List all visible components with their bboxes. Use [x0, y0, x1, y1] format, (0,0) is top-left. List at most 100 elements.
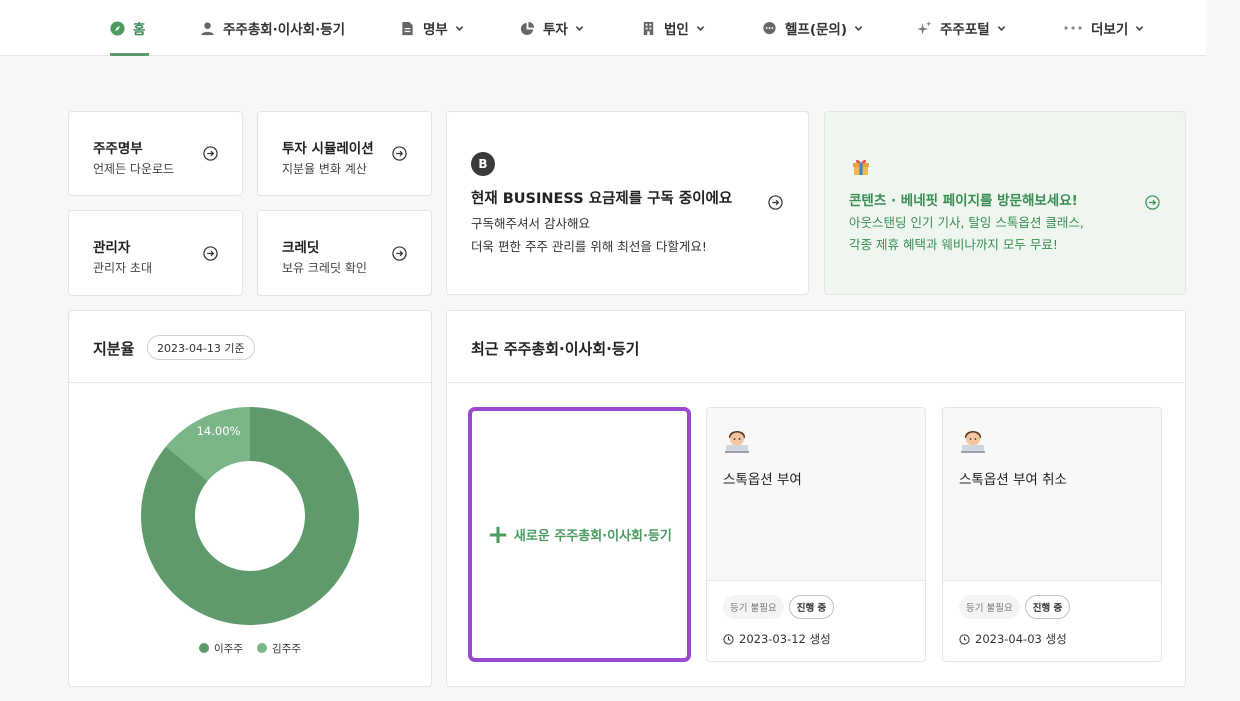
- new-meeting-button[interactable]: + 새로운 주주총회·이사회·등기: [468, 407, 691, 662]
- clock-icon: [723, 633, 734, 645]
- chart-legend: 이주주 김주주: [69, 641, 431, 656]
- nav-shareholder-portal[interactable]: 주주포털: [917, 0, 1006, 56]
- legend-label: 이주주: [214, 643, 243, 655]
- meeting-card-top: 스톡옵션 부여: [707, 408, 925, 580]
- new-meeting-label: + 새로운 주주총회·이사회·등기: [487, 519, 672, 550]
- pie-chart-icon: [520, 21, 535, 36]
- nav-investment[interactable]: 투자: [520, 0, 584, 56]
- nav-label: 주주총회·이사회·등기: [223, 22, 346, 38]
- building-icon: [641, 21, 656, 36]
- card-subtitle: 지분율 변화 계산: [282, 162, 367, 176]
- gift-icon: [853, 159, 869, 175]
- sparkle-icon: [917, 20, 932, 36]
- card-title: 크레딧: [282, 240, 320, 256]
- meeting-title: 스톡옵션 부여: [723, 472, 802, 488]
- plus-icon: +: [487, 519, 509, 550]
- created-date: 2023-03-12 생성: [723, 631, 831, 647]
- content-benefit-card[interactable]: 콘텐츠 · 베네핏 페이지를 방문해보세요! 아웃스탠딩 인기 기사, 탈잉 스…: [824, 111, 1186, 295]
- business-line-1: 구독해주셔서 감사해요: [471, 216, 590, 231]
- donut-data-label-1: 14.00%: [197, 424, 241, 438]
- chat-bubble-icon: [762, 21, 777, 36]
- business-title: 현재 BUSINESS 요금제를 구독 중이에요: [471, 191, 733, 207]
- nav-help[interactable]: 헬프(문의): [762, 0, 863, 56]
- circle-arrow-right-icon: [392, 246, 407, 261]
- meeting-card-footer: 등기 불필요 진행 중 2023-03-12 생성: [707, 580, 925, 661]
- card-title: 투자 시뮬레이션: [282, 141, 374, 157]
- equity-ratio-card: 지분율 2023-04-13 기준 86.00%14.00% 이주주 김주주: [68, 310, 432, 687]
- nav-label: 더보기: [1091, 22, 1129, 38]
- equity-donut-chart: 86.00%14.00%: [140, 407, 359, 625]
- person-laptop-icon: [961, 431, 985, 453]
- nav-label: 주주포털: [940, 22, 990, 38]
- legend-dot: [257, 643, 267, 653]
- registration-badge: 등기 불필요: [959, 595, 1020, 619]
- status-badge: 진행 중: [788, 595, 835, 619]
- meeting-card-footer: 등기 불필요 진행 중 2023-04-03 생성: [943, 580, 1161, 661]
- compass-icon: [110, 20, 125, 36]
- nav-home[interactable]: 홈: [110, 0, 150, 56]
- date-badge: 2023-04-13 기준: [147, 335, 255, 360]
- document-icon: [400, 21, 415, 36]
- circle-arrow-right-icon: [203, 146, 218, 161]
- investment-simulation-card[interactable]: 투자 시뮬레이션 지분율 변화 계산: [257, 111, 432, 196]
- business-badge: B: [471, 152, 495, 176]
- chevron-down-icon: [455, 24, 464, 33]
- chevron-down-icon: [854, 24, 863, 33]
- nav-corporation[interactable]: 법인: [641, 0, 705, 56]
- equity-title: 지분율: [93, 340, 135, 358]
- meetings-header: 최근 주주총회·이사회·등기: [447, 311, 1185, 383]
- created-date-text: 2023-04-03 생성: [975, 632, 1067, 646]
- meeting-card[interactable]: 스톡옵션 부여 취소 등기 불필요 진행 중 2023-04-03 생성: [942, 407, 1162, 662]
- nav-label: 명부: [423, 22, 448, 38]
- nav-label: 헬프(문의): [785, 22, 848, 38]
- badge-group: 등기 불필요 진행 중: [723, 595, 835, 619]
- meeting-card[interactable]: 스톡옵션 부여 등기 불필요 진행 중 2023-03-12 생성: [706, 407, 926, 662]
- shareholder-registry-card[interactable]: 주주명부 언제든 다운로드: [68, 111, 243, 196]
- nav-more[interactable]: 더보기: [1063, 0, 1144, 56]
- equity-header: 지분율 2023-04-13 기준: [69, 311, 431, 383]
- circle-arrow-right-icon: [203, 246, 218, 261]
- clock-icon: [959, 633, 970, 645]
- registration-badge: 등기 불필요: [723, 595, 784, 619]
- top-nav: 홈 주주총회·이사회·등기 명부 투자 법인 헬프(문의) 주주포털 더보기: [0, 0, 1206, 56]
- nav-registry[interactable]: 명부: [400, 0, 464, 56]
- circle-arrow-right-icon: [1145, 195, 1160, 210]
- legend-dot: [199, 643, 210, 653]
- promo-title: 콘텐츠 · 베네핏 페이지를 방문해보세요!: [849, 193, 1078, 209]
- legend-label: 김주주: [272, 643, 301, 655]
- created-date: 2023-04-03 생성: [959, 631, 1067, 647]
- card-subtitle: 언제든 다운로드: [93, 162, 175, 176]
- credit-card[interactable]: 크레딧 보유 크레딧 확인: [257, 210, 432, 296]
- business-plan-card[interactable]: B 현재 BUSINESS 요금제를 구독 중이에요 구독해주셔서 감사해요 더…: [446, 111, 809, 295]
- meetings-title: 최근 주주총회·이사회·등기: [471, 340, 640, 358]
- badge-group: 등기 불필요 진행 중: [959, 595, 1071, 619]
- card-title: 관리자: [93, 240, 131, 256]
- legend-item: 이주주: [199, 641, 243, 656]
- meeting-card-top: 스톡옵션 부여 취소: [943, 408, 1161, 580]
- nav-label: 투자: [543, 22, 568, 38]
- person-icon: [200, 21, 215, 36]
- chevron-down-icon: [696, 24, 705, 33]
- nav-meetings[interactable]: 주주총회·이사회·등기: [200, 0, 345, 56]
- more-dots-icon: [1063, 21, 1083, 36]
- legend-item: 김주주: [257, 641, 301, 656]
- nav-label: 홈: [133, 22, 146, 38]
- person-laptop-icon: [725, 431, 749, 453]
- circle-arrow-right-icon: [768, 195, 783, 210]
- nav-label: 법인: [664, 22, 689, 38]
- card-subtitle: 관리자 초대: [93, 261, 153, 275]
- admin-card[interactable]: 관리자 관리자 초대: [68, 210, 243, 296]
- chevron-down-icon: [1135, 24, 1144, 33]
- promo-line-1: 아웃스탠딩 인기 기사, 탈잉 스톡옵션 클래스,: [849, 215, 1084, 230]
- created-date-text: 2023-03-12 생성: [739, 632, 831, 646]
- new-meeting-text: 새로운 주주총회·이사회·등기: [513, 529, 672, 544]
- card-title: 주주명부: [93, 141, 143, 157]
- card-subtitle: 보유 크레딧 확인: [282, 261, 367, 275]
- promo-line-2: 각종 제휴 혜택과 웨비나까지 모두 무료!: [849, 237, 1058, 252]
- circle-arrow-right-icon: [392, 146, 407, 161]
- meeting-title: 스톡옵션 부여 취소: [959, 472, 1067, 488]
- business-line-2: 더욱 편한 주주 관리를 위해 최선을 다할게요!: [471, 239, 707, 254]
- chevron-down-icon: [575, 24, 584, 33]
- status-badge: 진행 중: [1024, 595, 1071, 619]
- chevron-down-icon: [997, 24, 1006, 33]
